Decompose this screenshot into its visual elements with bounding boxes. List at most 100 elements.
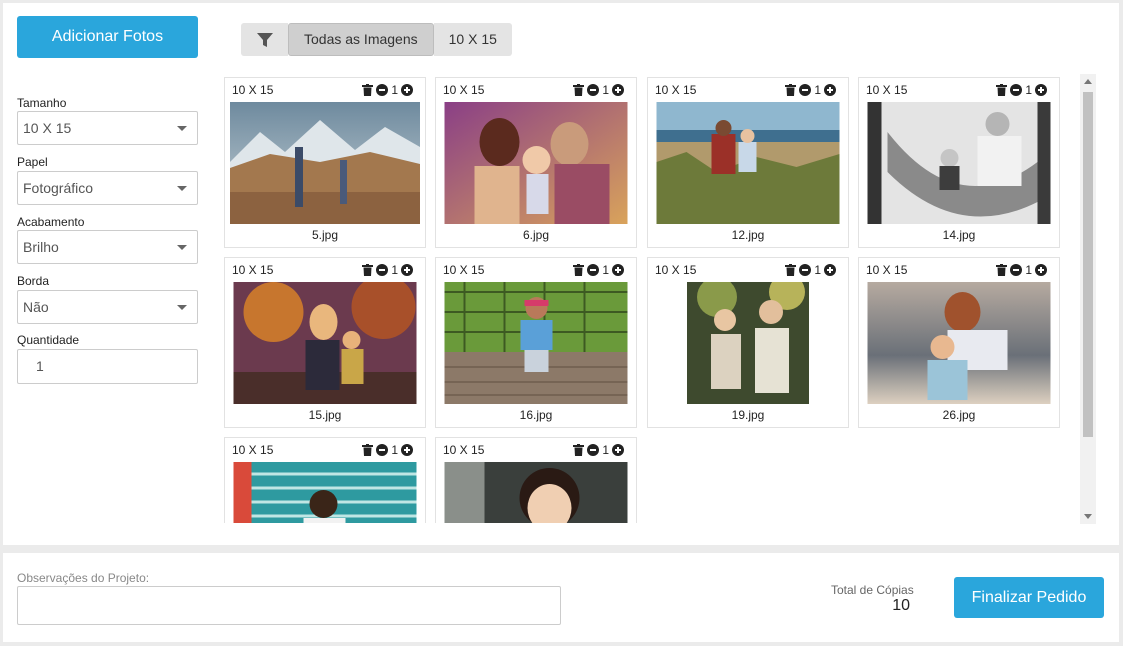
photo-qty: 1 <box>602 443 609 457</box>
borda-label: Borda <box>17 274 50 288</box>
minus-circle-icon[interactable] <box>799 264 812 276</box>
trash-icon[interactable] <box>362 264 374 276</box>
photo-filename: 26.jpg <box>942 408 976 422</box>
minus-circle-icon[interactable] <box>587 84 600 96</box>
grid-scrollbar[interactable] <box>1080 74 1096 524</box>
photo-size-label: 10 X 15 <box>655 83 697 97</box>
add-photos-button[interactable]: Adicionar Fotos <box>17 16 198 58</box>
photo-size-label: 10 X 15 <box>866 263 908 277</box>
plus-circle-icon[interactable] <box>401 264 413 276</box>
trash-icon[interactable] <box>573 444 585 456</box>
photo-thumbnail <box>867 282 1051 404</box>
tamanho-label: Tamanho <box>17 96 67 110</box>
photo-size-label: 10 X 15 <box>232 83 274 97</box>
minus-circle-icon[interactable] <box>799 84 812 96</box>
photo-qty: 1 <box>814 263 821 277</box>
scroll-up-icon[interactable] <box>1084 79 1092 84</box>
photo-card[interactable]: 10 X 15 1 14.jpg <box>858 77 1060 248</box>
trash-icon[interactable] <box>996 84 1008 96</box>
filter-icon[interactable] <box>241 23 288 56</box>
photo-qty: 1 <box>391 263 398 277</box>
photo-size-label: 10 X 15 <box>232 263 274 277</box>
scrollbar-thumb[interactable] <box>1083 92 1093 437</box>
chevron-down-icon <box>177 305 187 310</box>
photo-filename: 5.jpg <box>311 228 339 242</box>
photo-card[interactable]: 10 X 15 1 26.jpg <box>858 257 1060 428</box>
scroll-down-icon[interactable] <box>1084 514 1092 519</box>
plus-circle-icon[interactable] <box>612 264 624 276</box>
papel-select[interactable]: Fotográfico <box>17 171 198 205</box>
minus-circle-icon[interactable] <box>376 84 389 96</box>
total-copies-value: 10 <box>892 597 910 614</box>
photo-tools: 1 <box>996 263 1047 277</box>
trash-icon[interactable] <box>785 264 797 276</box>
photo-tools: 1 <box>362 83 413 97</box>
filter-size-10x15[interactable]: 10 X 15 <box>433 23 512 56</box>
photo-card[interactable]: 10 X 15 1 <box>224 437 426 523</box>
plus-circle-icon[interactable] <box>612 444 624 456</box>
photo-qty: 1 <box>814 83 821 97</box>
photo-card[interactable]: 10 X 15 1 19.jpg <box>647 257 849 428</box>
notes-label: Observações do Projeto: <box>17 571 150 585</box>
finish-order-button[interactable]: Finalizar Pedido <box>954 577 1104 618</box>
photo-filename: 19.jpg <box>731 408 765 422</box>
photo-size-label: 10 X 15 <box>655 263 697 277</box>
plus-circle-icon[interactable] <box>401 444 413 456</box>
filter-all-images[interactable]: Todas as Imagens <box>288 23 434 56</box>
trash-icon[interactable] <box>573 264 585 276</box>
photo-tools: 1 <box>996 83 1047 97</box>
photo-size-label: 10 X 15 <box>443 263 485 277</box>
plus-circle-icon[interactable] <box>401 84 413 96</box>
filter-bar: Todas as Imagens 10 X 15 <box>241 23 512 56</box>
photo-tools: 1 <box>785 263 836 277</box>
minus-circle-icon[interactable] <box>1010 84 1023 96</box>
quantidade-label: Quantidade <box>17 333 80 347</box>
minus-circle-icon[interactable] <box>587 444 600 456</box>
trash-icon[interactable] <box>996 264 1008 276</box>
trash-icon[interactable] <box>573 84 585 96</box>
minus-circle-icon[interactable] <box>376 444 389 456</box>
plus-circle-icon[interactable] <box>1035 84 1047 96</box>
photo-tools: 1 <box>362 443 413 457</box>
photo-card[interactable]: 10 X 15 1 16.jpg <box>435 257 637 428</box>
trash-icon[interactable] <box>362 444 374 456</box>
minus-circle-icon[interactable] <box>587 264 600 276</box>
plus-circle-icon[interactable] <box>1035 264 1047 276</box>
photo-card[interactable]: 10 X 15 1 <box>435 437 637 523</box>
photo-card[interactable]: 10 X 15 1 15.jpg <box>224 257 426 428</box>
total-copies-label: Total de Cópias <box>831 583 914 597</box>
photo-thumbnail <box>444 102 628 224</box>
acabamento-label: Acabamento <box>17 215 85 229</box>
photo-qty: 1 <box>602 263 609 277</box>
photo-thumbnail <box>687 282 809 404</box>
photo-thumbnail <box>233 282 417 404</box>
trash-icon[interactable] <box>785 84 797 96</box>
photo-filename: 12.jpg <box>731 228 765 242</box>
minus-circle-icon[interactable] <box>1010 264 1023 276</box>
trash-icon[interactable] <box>362 84 374 96</box>
photo-size-label: 10 X 15 <box>443 83 485 97</box>
borda-select[interactable]: Não <box>17 290 198 324</box>
acabamento-value: Brilho <box>23 239 59 255</box>
papel-label: Papel <box>17 155 48 169</box>
quantidade-input[interactable]: 1 <box>17 349 198 384</box>
photo-thumbnail <box>444 462 628 523</box>
tamanho-select[interactable]: 10 X 15 <box>17 111 198 145</box>
chevron-down-icon <box>177 126 187 131</box>
photo-size-label: 10 X 15 <box>866 83 908 97</box>
photo-filename: 15.jpg <box>308 408 342 422</box>
plus-circle-icon[interactable] <box>824 264 836 276</box>
acabamento-select[interactable]: Brilho <box>17 230 198 264</box>
photo-card[interactable]: 10 X 15 1 12.jpg <box>647 77 849 248</box>
photo-thumbnail <box>230 102 420 224</box>
plus-circle-icon[interactable] <box>824 84 836 96</box>
photo-filename: 16.jpg <box>519 408 553 422</box>
tamanho-value: 10 X 15 <box>23 120 72 136</box>
photo-card[interactable]: 10 X 15 1 5.jpg <box>224 77 426 248</box>
borda-value: Não <box>23 299 49 315</box>
plus-circle-icon[interactable] <box>612 84 624 96</box>
minus-circle-icon[interactable] <box>376 264 389 276</box>
photo-card[interactable]: 10 X 15 1 6.jpg <box>435 77 637 248</box>
notes-input[interactable] <box>17 586 561 625</box>
footer-panel: Observações do Projeto: Total de Cópias … <box>3 553 1119 642</box>
